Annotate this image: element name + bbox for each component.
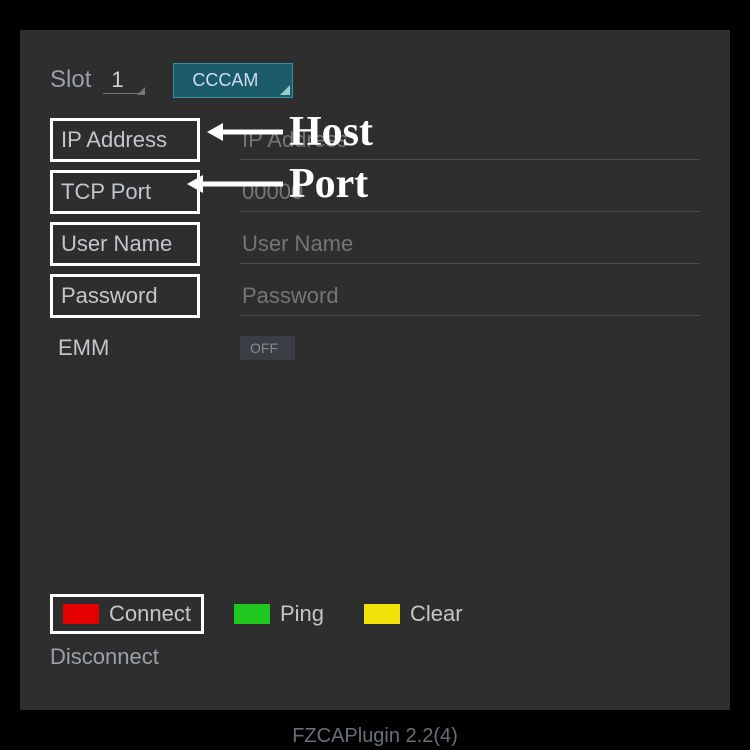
emm-toggle[interactable]: OFF [240,336,295,360]
password-input[interactable] [240,277,700,316]
connect-button[interactable]: Connect [50,594,204,634]
disconnect-button[interactable]: Disconnect [50,644,700,670]
tcp-port-input[interactable] [240,173,700,212]
clear-button[interactable]: Clear [354,597,473,631]
slot-label: Slot [50,66,91,94]
settings-panel: Slot 1 CCCAM IP Address TCP Port User Na… [20,30,730,710]
password-label: Password [50,274,200,318]
footer-version: FZCAPlugin 2.2(4) [0,725,750,748]
red-swatch-icon [63,604,99,624]
emm-label: EMM [50,329,200,367]
protocol-dropdown[interactable]: CCCAM [173,63,293,98]
ping-button[interactable]: Ping [224,597,334,631]
user-name-input[interactable] [240,225,700,264]
slot-selector[interactable]: 1 [103,67,143,94]
user-name-label: User Name [50,222,200,266]
green-swatch-icon [234,604,270,624]
yellow-swatch-icon [364,604,400,624]
ip-address-input[interactable] [240,121,700,160]
ip-address-label: IP Address [50,118,200,162]
tcp-port-label: TCP Port [50,170,200,214]
